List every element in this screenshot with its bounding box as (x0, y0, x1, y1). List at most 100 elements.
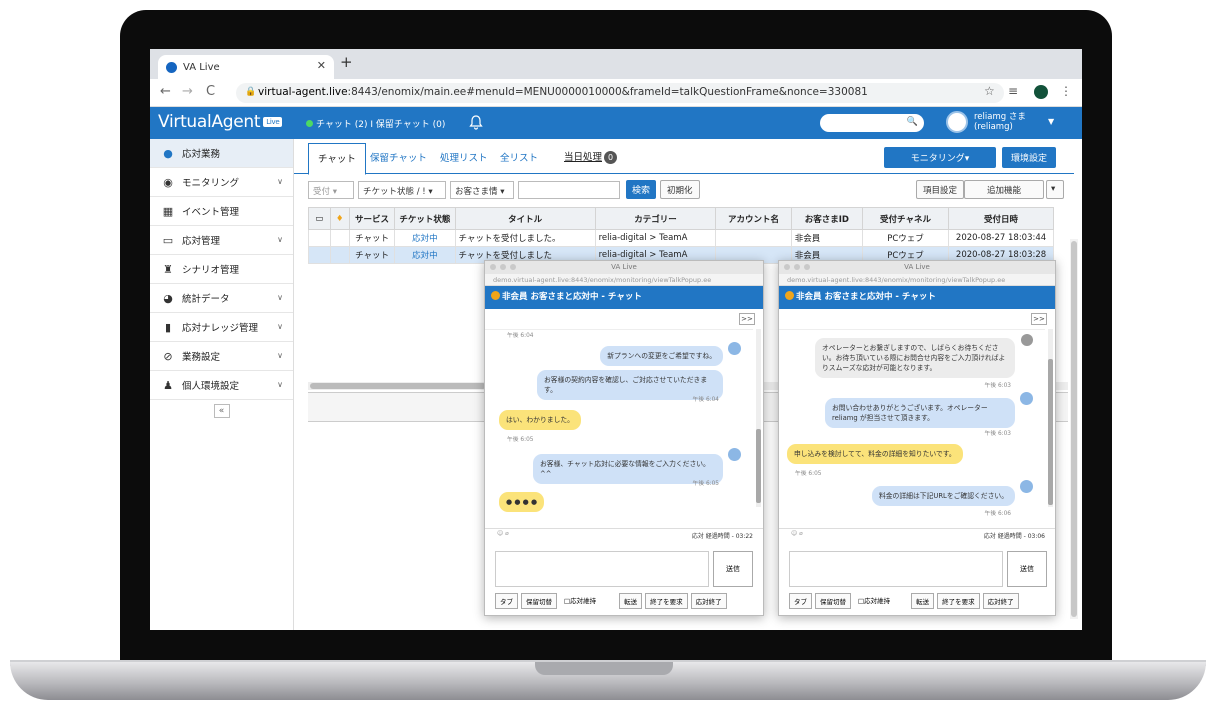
expand-button[interactable]: >> (739, 313, 755, 325)
browser-tab[interactable]: VA Live ✕ (158, 55, 334, 79)
filter-toolbar: 受付 ▾ チケット状態 / ! ▾ お客さま情 ▾ 検索 初期化 項目設定 追加… (308, 179, 1068, 201)
popup-header: 非会員 お客さまと応対中 - チャット (485, 286, 763, 309)
sidebar-item-statistics[interactable]: ◕ 統計データ ∨ (150, 284, 293, 313)
emoji-icon[interactable]: ☺ ⌀ (497, 530, 509, 537)
request-end-button[interactable]: 終了を要求 (645, 593, 688, 609)
sidebar-item-event[interactable]: ▦ イベント管理 (150, 197, 293, 226)
reload-icon[interactable]: C (206, 84, 215, 99)
sidebar-item-response[interactable]: ● 応対業務 (150, 139, 293, 168)
search-input[interactable] (518, 181, 620, 199)
chat-scrollbar[interactable] (756, 329, 761, 507)
keep-response-checkbox[interactable]: □応対維持 (560, 593, 600, 609)
back-icon[interactable]: ← (160, 84, 171, 99)
customer-icon (491, 291, 500, 300)
message-input[interactable] (789, 551, 1003, 587)
popup-url: demo.virtual-agent.live:8443/enomix/moni… (485, 274, 763, 286)
lock-icon: 🔒 (245, 87, 257, 97)
queue-icon[interactable]: ≡ (1008, 84, 1018, 98)
col-title[interactable]: タイトル (454, 207, 596, 230)
profile-icon[interactable] (1034, 85, 1048, 99)
end-response-button[interactable]: 応対終了 (690, 593, 727, 609)
tab-button[interactable]: タブ (789, 593, 812, 609)
col-datetime[interactable]: 受付日時 (948, 207, 1054, 230)
collapse-sidebar-button[interactable]: « (213, 404, 230, 418)
chevron-down-icon: ∨ (277, 293, 283, 302)
gift-icon: ▦ (162, 204, 174, 218)
close-tab-icon[interactable]: ✕ (317, 59, 326, 72)
emoji-icon[interactable]: ☺ ⌀ (791, 530, 803, 537)
forward-icon[interactable]: → (182, 84, 193, 99)
pie-chart-icon: ◕ (163, 291, 173, 305)
customer-message: はい、わかりました。 (499, 410, 581, 430)
sidebar-item-personal[interactable]: ♟ 個人環境設定 ∨ (150, 371, 293, 400)
sidebar-item-monitoring[interactable]: ◉ モニタリング ∨ (150, 168, 293, 197)
chat-status[interactable]: チャット (2) I 保留チャット (0) (306, 117, 445, 130)
col-memo-icon: ▭ (308, 207, 331, 230)
send-button[interactable]: 送信 (713, 551, 753, 587)
user-menu-caret-icon[interactable]: ▼ (1048, 117, 1054, 126)
hold-toggle-button[interactable]: 保留切替 (815, 593, 851, 609)
chat-log: >> 午後 6:04 新プランへの変更をご希望ですね。 お客様の契約内容を確認し… (485, 309, 763, 529)
message-input[interactable] (495, 551, 709, 587)
chevron-down-icon: ∨ (277, 235, 283, 244)
table-row[interactable]: チャット 応対中 チャットを受付しました。 relia-digital > Te… (308, 229, 1054, 247)
popup-actions: タブ 保留切替 □応対維持 転送 終了を要求 応対終了 (495, 593, 727, 609)
tab-process-list[interactable]: 処理リスト (440, 150, 488, 164)
laptop-frame: VA Live ✕ + ← → C 🔒 virtual-agent.live:8… (0, 0, 1208, 709)
compass-icon: ⊘ (163, 349, 173, 363)
search-button[interactable]: 検索 (626, 180, 656, 199)
reset-button[interactable]: 初期化 (660, 180, 700, 199)
receive-select[interactable]: 受付 ▾ (308, 181, 354, 199)
customer-icon (785, 291, 794, 300)
header-search-input[interactable]: 🔍 (820, 114, 924, 132)
transfer-button[interactable]: 転送 (911, 593, 935, 609)
sidebar-item-scenario[interactable]: ♜ シナリオ管理 (150, 255, 293, 284)
sidebar-item-knowledge[interactable]: ▮ 応対ナレッジ管理 ∨ (150, 313, 293, 342)
col-category[interactable]: カテゴリー (594, 207, 717, 230)
col-service[interactable]: サービス (348, 207, 396, 230)
env-settings-button[interactable]: 環境設定 (1002, 147, 1056, 168)
add-function-caret-icon[interactable]: ▾ (1046, 180, 1064, 199)
monitoring-button[interactable]: モニタリング▾ (884, 147, 996, 168)
col-account[interactable]: アカウント名 (715, 207, 792, 230)
sub-tabs: チャット 保留チャット 処理リスト 全リスト 当日処理 0 モニタリング▾ 環境設… (294, 139, 1074, 175)
menu-dots-icon[interactable]: ⋮ (1060, 84, 1072, 98)
end-response-button[interactable]: 応対終了 (982, 593, 1019, 609)
eye-icon: ◉ (163, 175, 173, 189)
chat-scrollbar[interactable] (1048, 329, 1053, 507)
url-field[interactable]: 🔒 virtual-agent.live:8443/enomix/main.ee… (236, 83, 1004, 103)
add-function-button[interactable]: 追加機能 (964, 180, 1044, 199)
keep-response-checkbox[interactable]: □応対維持 (854, 593, 894, 609)
url-host: virtual-agent.live (258, 86, 348, 98)
send-button[interactable]: 送信 (1007, 551, 1047, 587)
ticket-table: ▭ ♦ サービス チケット状態 タイトル カテゴリー アカウント名 お客さまID… (308, 207, 1054, 264)
user-name[interactable]: reliamg さま (reliamg) (974, 112, 1026, 132)
laptop-notch (535, 662, 673, 675)
avatar[interactable] (946, 111, 968, 133)
search-icon[interactable]: 🔍 (907, 117, 918, 127)
vertical-scrollbar[interactable] (1070, 239, 1078, 619)
tab-button[interactable]: タブ (495, 593, 518, 609)
ticket-status-select[interactable]: チケット状態 / ! ▾ (358, 181, 446, 199)
customer-info-select[interactable]: お客さま情 ▾ (450, 181, 514, 199)
app-header: VirtualAgent Live チャット (2) I 保留チャット (0) 🔍… (150, 107, 1082, 139)
new-tab-icon[interactable]: + (340, 53, 353, 71)
tab-chat[interactable]: チャット (308, 143, 366, 175)
expand-button[interactable]: >> (1031, 313, 1047, 325)
tab-today[interactable]: 当日処理 0 (564, 149, 618, 164)
user-icon: ♟ (163, 378, 173, 392)
col-channel[interactable]: 受付チャネル (861, 207, 950, 230)
bell-icon[interactable] (468, 114, 484, 130)
hold-toggle-button[interactable]: 保留切替 (521, 593, 557, 609)
tab-all-list[interactable]: 全リスト (500, 150, 538, 164)
request-end-button[interactable]: 終了を要求 (937, 593, 980, 609)
transfer-button[interactable]: 転送 (619, 593, 643, 609)
star-icon[interactable]: ☆ (984, 84, 995, 98)
sidebar-item-response-mgmt[interactable]: ▭ 応対管理 ∨ (150, 226, 293, 255)
logo-badge: Live (263, 117, 283, 127)
col-ticket-status[interactable]: チケット状態 (394, 207, 456, 230)
sidebar-item-business[interactable]: ⊘ 業務設定 ∨ (150, 342, 293, 371)
col-customer-id[interactable]: お客さまID (790, 207, 863, 230)
item-settings-button[interactable]: 項目設定 (916, 180, 965, 199)
tab-hold-chat[interactable]: 保留チャット (370, 150, 427, 164)
